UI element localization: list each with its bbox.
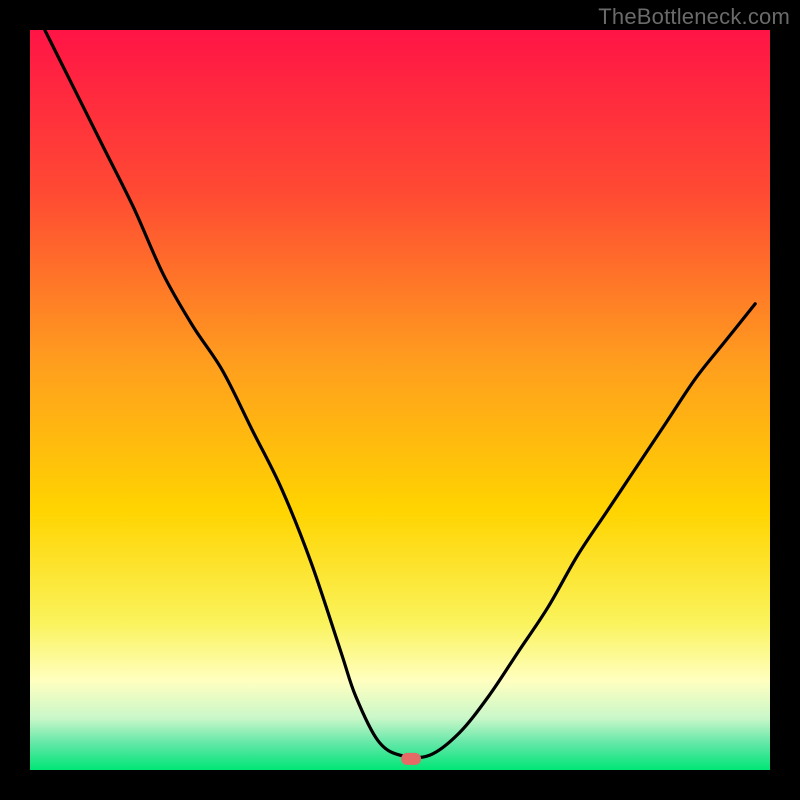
watermark-text: TheBottleneck.com xyxy=(598,4,790,30)
optimal-point-marker xyxy=(401,753,421,765)
bottleneck-chart xyxy=(0,0,800,800)
chart-container: TheBottleneck.com xyxy=(0,0,800,800)
plot-background xyxy=(30,30,770,770)
